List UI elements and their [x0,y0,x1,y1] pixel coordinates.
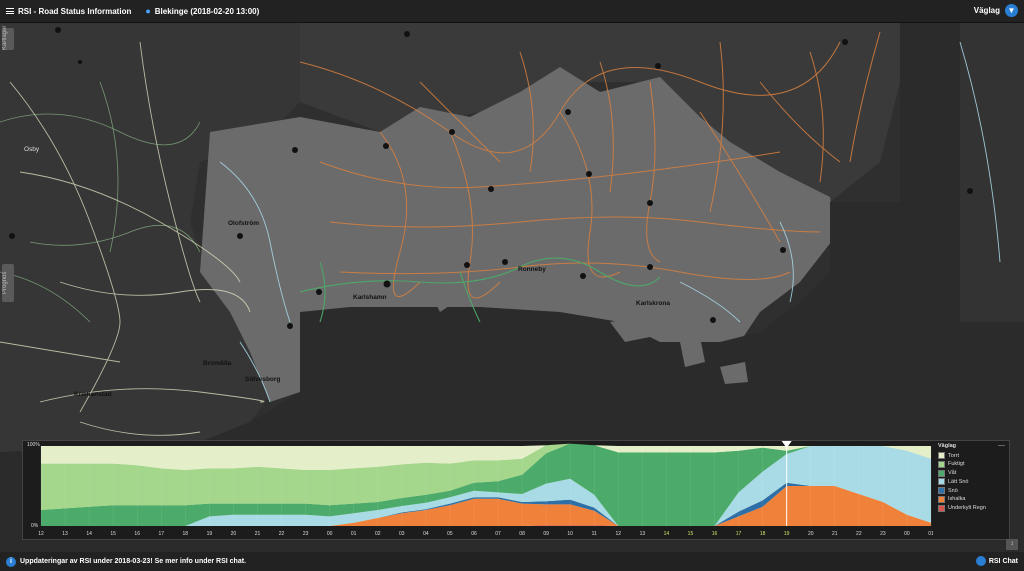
x-tick-label: 00 [327,531,333,537]
chat-label: RSI Chat [988,557,1018,565]
x-tick-label: 17 [736,531,742,537]
x-tick-label: 19 [784,531,790,537]
legend-item[interactable]: Underkylt Regn [938,504,986,512]
app-title: RSI - Road Status Information [18,6,132,16]
x-tick-label: 06 [471,531,477,537]
x-tick-label: 22 [279,531,285,537]
road-condition-chart[interactable]: 12 13 14 15 16 17 18 19 20 21 22 23 00 01 02 03 04 05 06 07… [23,441,933,539]
legend-swatch [938,460,945,468]
x-tick-label: 18 [760,531,766,537]
x-tick-label: 02 [375,531,381,537]
legend-swatch [938,469,945,477]
minimize-icon[interactable]: — [998,442,1005,449]
top-bar: RSI - Road Status Information ● Blekinge… [0,0,1024,23]
x-tick-label: 03 [399,531,405,537]
x-tick-label: 09 [543,531,549,537]
x-tick-label: 13 [62,531,68,537]
legend-item[interactable]: Snö [938,487,986,495]
chat-icon [975,556,986,566]
side-tab-layers[interactable]: Kartlager [2,26,14,50]
expand-icon[interactable]: ↕ [1006,539,1018,550]
x-tick-label: 23 [880,531,886,537]
legend-label: Våt [948,470,957,477]
x-tick-label: 20 [808,531,814,537]
city-label: Karlskrona [636,300,670,307]
legend-label: Fuktigt [948,461,965,468]
city-label: Bromölla [203,360,232,367]
x-tick-label: 12 [38,531,44,537]
x-tick-label: 17 [158,531,164,537]
city-label: Kristianstad [74,391,112,398]
legend-item[interactable]: Lätt Snö [938,478,986,486]
x-tick-label: 07 [495,531,501,537]
x-tick-label: 14 [664,531,670,537]
legend-swatch [938,452,945,459]
x-tick-label: 21 [832,531,838,537]
x-tick-label: 16 [134,531,140,537]
x-tick-label: 14 [86,531,92,537]
legend-item[interactable]: Torrt [938,452,986,459]
info-icon: i [6,556,16,567]
legend-item[interactable]: Våt [938,469,986,477]
x-tick-label: 16 [712,531,718,537]
legend-label: Torrt [948,452,959,459]
city-label: Karlshamn [353,294,387,301]
city-label: Ronneby [518,266,546,273]
x-tick-label: 00 [904,531,910,537]
legend-swatch [938,504,945,512]
city-label: Osby [24,146,40,153]
x-tick-label: 10 [567,531,573,537]
x-tick-label: 12 [616,531,622,537]
side-tab-forecast[interactable]: Prognos [2,264,14,302]
rsi-chat-button[interactable]: RSI Chat [975,556,1018,566]
legend-swatch [938,495,945,503]
x-tick-label: 20 [231,531,237,537]
chart-legend: Väglag Torrt Fuktigt Våt Lätt Snö Snö Ishalka… [938,443,986,514]
x-tick-label: 01 [928,531,933,537]
menu-icon[interactable] [6,7,14,16]
x-tick-label: 13 [640,531,646,537]
update-notice: Uppdateringar av RSI under 2018-03-23! S… [20,558,247,565]
legend-item[interactable]: Fuktigt [938,460,986,468]
x-tick-label: 19 [207,531,213,537]
legend-swatch [938,487,945,495]
x-tick-label: 01 [351,531,357,537]
legend-label: Ishalka [948,496,966,503]
legend-label: Lätt Snö [948,478,969,485]
legend-label: Snö [948,487,958,494]
x-tick-label: 15 [688,531,694,537]
x-tick-label: 22 [856,531,862,537]
legend-label: Underkylt Regn [948,505,986,512]
legend-swatch [938,478,945,486]
legend-item[interactable]: Ishalka [938,495,986,503]
legend-title: Väglag [938,443,957,449]
x-tick-label: 05 [447,531,453,537]
bottom-bar: i Uppdateringar av RSI under 2018-03-23!… [0,552,1024,571]
location-selector[interactable]: Blekinge (2018-02-20 13:00) [155,7,260,16]
x-tick-label: 23 [303,531,309,537]
chevron-down-icon[interactable]: ▼ [1005,4,1018,17]
city-label: Olofström [228,220,260,227]
road-condition-chart-panel: 100% 0% 12 13 14 15 16 17 18 19 20 21 22 23 00 01 02 03… [22,440,1010,540]
location-pin-icon: ● [145,6,151,16]
layer-label[interactable]: Väglag [974,6,1000,15]
x-tick-label: 11 [592,531,597,537]
x-tick-label: 21 [255,531,261,537]
x-tick-label: 15 [110,531,116,537]
city-label: Sölvesborg [245,376,281,383]
x-tick-label: 08 [519,531,525,537]
x-tick-label: 04 [423,531,429,537]
x-tick-label: 18 [183,531,189,537]
